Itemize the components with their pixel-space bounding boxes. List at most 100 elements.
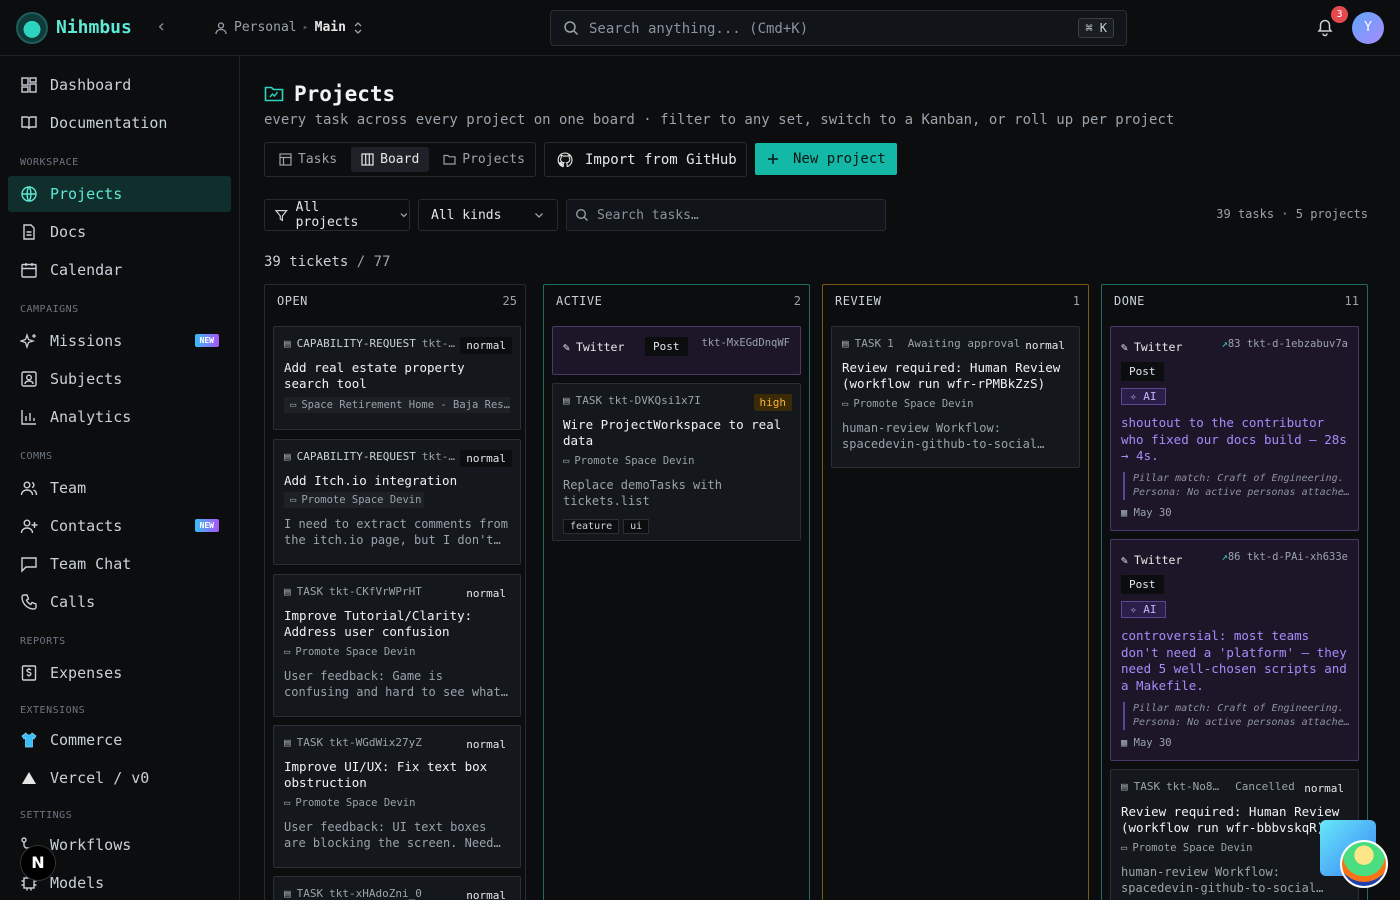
tab-tasks[interactable]: Tasks xyxy=(269,147,347,172)
sidebar-item-vercel[interactable]: Vercel / v0 xyxy=(8,760,231,796)
post-text: shoutout to the contributor who fixed ou… xyxy=(1121,415,1347,463)
tag-list: feature ui xyxy=(563,514,653,534)
task-search-input[interactable]: Search tasks… xyxy=(566,199,886,231)
tag[interactable]: feature xyxy=(563,519,620,534)
post-text: controversial: most teams don't need a '… xyxy=(1121,628,1347,693)
sidebar-item-label: Team Chat xyxy=(50,555,132,573)
ticket-card[interactable]: ▤ TASK tkt-xHAdoZni_0 normal xyxy=(273,876,521,900)
sidebar-item-team-chat[interactable]: Team Chat xyxy=(8,546,231,582)
priority-badge: normal xyxy=(466,587,506,600)
ticket-title: Review required: Human Review (workflow … xyxy=(842,360,1061,391)
brand-logo-icon[interactable] xyxy=(16,12,48,44)
sidebar-item-commerce[interactable]: Commerce xyxy=(8,722,231,758)
sidebar-item-label: Vercel / v0 xyxy=(50,769,150,787)
ticket-id: tkt-… xyxy=(421,450,455,463)
sidebar-item-contacts[interactable]: Contacts NEW xyxy=(8,508,231,544)
new-project-button[interactable]: New project xyxy=(755,143,897,175)
shirt-icon xyxy=(21,732,37,748)
ticket-card[interactable]: ▤ TASK tkt-WGdWix27yZ normal Improve UI/UX… xyxy=(273,725,521,868)
section-extensions: EXTENSIONS xyxy=(20,705,86,716)
calendar-icon xyxy=(21,263,37,278)
sidebar-item-label: Subjects xyxy=(50,370,123,388)
workspace-switcher[interactable]: Personal ▸ Main xyxy=(214,20,364,35)
ticket-kind-label: CAPABILITY-REQUEST xyxy=(296,337,416,350)
sidebar-item-analytics[interactable]: Analytics xyxy=(8,399,231,435)
folder-icon xyxy=(443,154,456,165)
ticket-project: ▭ Space Retirement Home - Baja Res… xyxy=(284,397,510,413)
priority-badge: normal xyxy=(460,337,512,354)
column-done: DONE 11 ✎ Twitter ↗83 tkt-d-1ebzabuv7a Po… xyxy=(1101,284,1368,900)
sidebar-item-dashboard[interactable]: Dashboard xyxy=(8,67,231,103)
main-content: Projects every task across every project… xyxy=(240,56,1400,900)
sidebar-item-calendar[interactable]: Calendar xyxy=(8,252,231,288)
collapse-sidebar-icon[interactable]: ‹ xyxy=(156,16,167,37)
github-icon xyxy=(557,151,573,167)
ticket-card[interactable]: ▤ TASK tkt-CKfVrWPrHT normal Improve Tutor… xyxy=(273,574,521,717)
ticket-title: Wire ProjectWorkspace to real data xyxy=(563,417,782,448)
score-value: 83 xyxy=(1227,338,1241,350)
ai-badge: ✧ AI xyxy=(1121,601,1166,618)
tab-projects[interactable]: Projects xyxy=(433,147,535,172)
sidebar-item-projects[interactable]: Projects xyxy=(8,176,231,212)
sidebar-item-expenses[interactable]: Expenses xyxy=(8,655,231,691)
ticket-title: Add Itch.io integration xyxy=(284,473,458,488)
project-name: Promote Space Devin xyxy=(295,797,416,809)
post-date: ▦ May 30 xyxy=(1121,507,1172,519)
ticket-card[interactable]: ▤ TASK tkt-DVKQsi1x7I high Wire ProjectWor… xyxy=(552,383,801,541)
sidebar-item-documentation[interactable]: Documentation xyxy=(8,105,231,141)
ticket-id: 1 xyxy=(887,337,894,350)
ticket-project: ▭ Promote Space Devin xyxy=(284,646,415,658)
bell-icon[interactable] xyxy=(1316,17,1334,37)
ticket-shown: 39 tickets xyxy=(264,254,349,270)
summary-counts: 39 tasks · 5 projects xyxy=(1216,207,1368,221)
tag[interactable]: ui xyxy=(623,519,650,534)
sidebar-item-label: Workflows xyxy=(50,836,132,854)
tab-board[interactable]: Board xyxy=(351,147,430,172)
sidebar-item-calls[interactable]: Calls xyxy=(8,584,231,620)
project-name: Promote Space Devin xyxy=(1132,842,1253,854)
dev-tools-button[interactable]: N xyxy=(20,845,56,881)
vercel-triangle-icon xyxy=(22,772,36,784)
plus-icon xyxy=(768,154,778,164)
ticket-kind: ▤ TASK tkt-DVKQsi1x7I xyxy=(563,394,701,407)
sidebar-item-label: Models xyxy=(50,874,105,892)
brand-name[interactable]: Nihmbus xyxy=(56,17,132,38)
ticket-status: Awaiting approval xyxy=(907,337,1021,350)
persona-note: Persona: No active personas attache… xyxy=(1133,487,1349,498)
sidebar-item-team[interactable]: Team xyxy=(8,470,231,506)
ticket-title: Improve UI/UX: Fix text box obstruction xyxy=(284,759,488,790)
global-search-input[interactable]: Search anything... (Cmd+K) ⌘ K xyxy=(550,10,1127,46)
beach-avatar-icon[interactable] xyxy=(1340,840,1388,888)
post-format-badge: Post xyxy=(645,337,688,356)
import-github-button[interactable]: Import from GitHub xyxy=(544,142,747,177)
ticket-description: Replace demoTasks with tickets.list xyxy=(563,478,722,508)
social-post-card[interactable]: ✎ Twitter ↗83 tkt-d-1ebzabuv7a Post ✧ AI … xyxy=(1110,326,1359,531)
ticket-card[interactable]: ▤ CAPABILITY-REQUEST tkt-… normal Add real… xyxy=(273,326,521,430)
search-icon xyxy=(564,21,579,36)
sidebar-item-docs[interactable]: Docs xyxy=(8,214,231,250)
social-network: ✎ Twitter xyxy=(1121,340,1182,354)
section-settings: SETTINGS xyxy=(20,810,73,821)
social-post-card[interactable]: ✎ Twitter ↗86 tkt-d-PAi-xh633e Post ✧ AI … xyxy=(1110,539,1359,761)
ticket-card[interactable]: ▤ CAPABILITY-REQUEST tkt-… normal Add Itch… xyxy=(273,439,521,565)
new-badge: NEW xyxy=(194,334,219,347)
engagement-score: ↗86 tkt-d-PAi-xh633e xyxy=(1222,551,1348,563)
avatar[interactable]: Y xyxy=(1352,12,1384,44)
ticket-id: tkt-d-PAi-xh633e xyxy=(1246,551,1348,563)
ticket-project: ▭ Promote Space Devin xyxy=(563,455,694,467)
column-count: 11 xyxy=(1344,294,1359,308)
sidebar-item-missions[interactable]: Missions NEW xyxy=(8,323,231,359)
sidebar-item-label: Missions xyxy=(50,332,123,350)
folder-icon: ▭ xyxy=(563,455,570,467)
project-filter-dropdown[interactable]: All projects xyxy=(264,199,410,231)
social-post-card[interactable]: ✎ Twitter Post tkt-MxEGdDnqWF xyxy=(552,326,801,375)
kind-filter-dropdown[interactable]: All kinds xyxy=(418,199,558,231)
section-comms: COMMS xyxy=(20,451,53,462)
sidebar-item-subjects[interactable]: Subjects xyxy=(8,361,231,397)
priority-badge: normal xyxy=(466,889,506,900)
column-title: OPEN xyxy=(277,294,308,308)
ai-badge: ✧ AI xyxy=(1121,388,1166,405)
project-name: Promote Space Devin xyxy=(574,455,695,467)
tab-label: Board xyxy=(380,152,420,167)
ticket-card[interactable]: ▤ TASK 1 Awaiting approval normal Review re… xyxy=(831,326,1080,468)
